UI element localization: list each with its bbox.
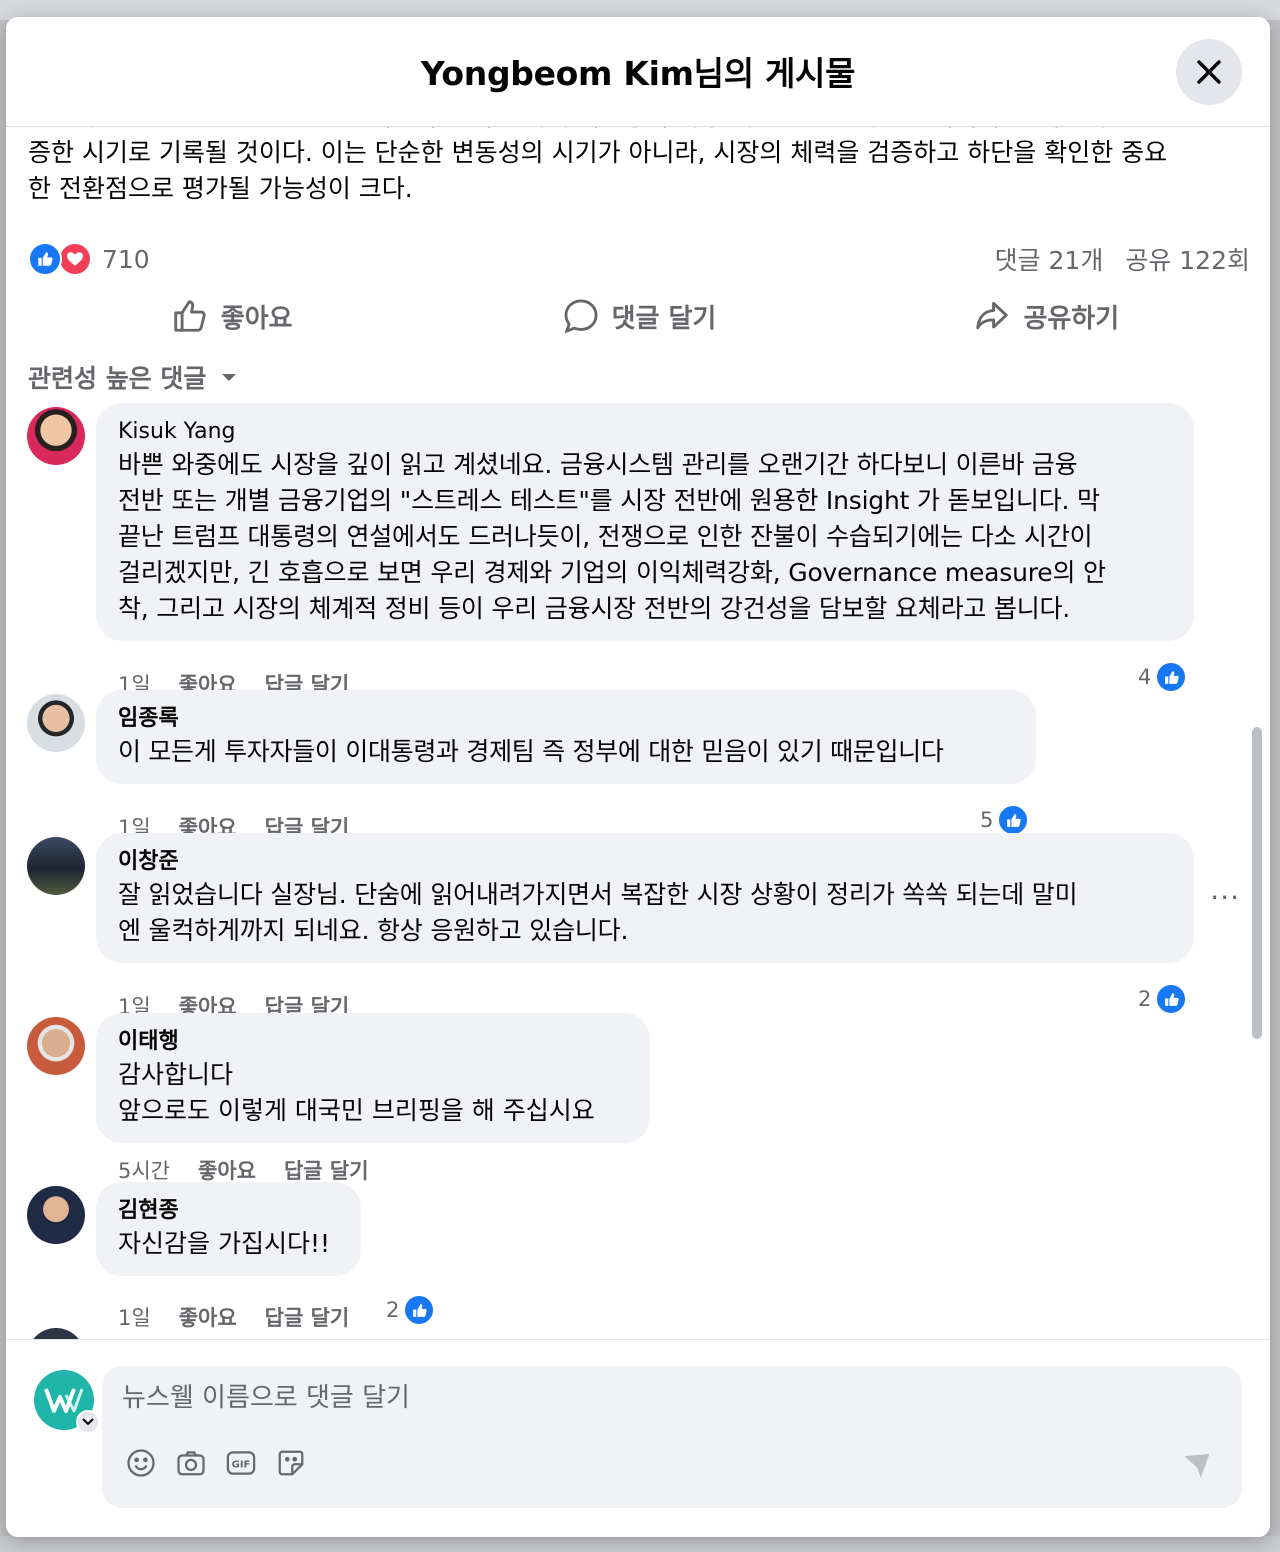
comment-text: 이 모든게 투자자들이 이대통령과 경제팀 즉 정부에 대한 믿음이 있기 때문… (118, 737, 944, 766)
comment-likes[interactable]: 4 (1138, 661, 1188, 693)
comment-like-count: 4 (1138, 665, 1152, 689)
share-arrow-icon (976, 301, 1009, 330)
gif-icon: GIF (226, 1451, 256, 1475)
comment-input-box: GIF (102, 1366, 1242, 1508)
close-icon (1197, 60, 1221, 84)
chevron-down-icon (82, 1418, 94, 1426)
comment-more-options-button[interactable]: ··· (1210, 881, 1240, 914)
send-icon (1184, 1453, 1210, 1478)
comment-bubble: 김현종 자신감을 가집시다!! (96, 1182, 361, 1276)
comment-author[interactable]: 이태행 (118, 1027, 628, 1057)
comment-button-label: 댓글 달기 (611, 303, 717, 334)
avatar[interactable] (27, 694, 85, 752)
comment-input[interactable] (122, 1378, 1202, 1418)
sticker-icon (278, 1450, 304, 1476)
love-reaction-icon (58, 242, 92, 276)
caret-down-icon (222, 374, 237, 381)
comment-like-button[interactable]: 좋아요 (198, 1155, 256, 1185)
reactions-summary: 710 댓글 21개 공유 122회 (28, 239, 1250, 279)
like-reaction-icon (28, 242, 62, 276)
comment-author[interactable]: 임종록 (118, 704, 1014, 734)
comment-bubble: 임종록 이 모든게 투자자들이 이대통령과 경제팀 즉 정부에 대한 믿음이 있… (96, 690, 1036, 784)
comment-text: 잘 읽었습니다 실장님. 단숨에 읽어내려가지면서 복잡한 시장 상황이 정리가… (118, 880, 1078, 945)
reaction-count[interactable]: 710 (102, 245, 150, 274)
profile-switch-button[interactable] (76, 1410, 100, 1434)
scrollbar[interactable] (1252, 727, 1262, 1039)
post-text: 일본국으로 2026년 3월은 훗날 되돌아볼 때 한국 주식시장이 가장 기록… (28, 127, 1248, 207)
like-reaction-icon (1155, 983, 1188, 1015)
post-text-body: 증한 시기로 기록될 것이다. 이는 단순한 변동성의 시기가 아니라, 시장의… (28, 138, 1168, 203)
comment-likes[interactable]: 5 (980, 804, 1030, 836)
comment-likes[interactable]: 2 (1138, 983, 1188, 1015)
comment-reply-button[interactable]: 답글 달기 (265, 1302, 350, 1332)
avatar[interactable] (27, 1328, 85, 1339)
post-stats: 댓글 21개 공유 122회 (995, 241, 1250, 277)
comment-author[interactable]: 이창준 (118, 847, 1172, 877)
comment-like-button[interactable]: 좋아요 (179, 1302, 237, 1332)
comment-text: 바쁜 와중에도 시장을 깊이 읽고 계셨네요. 금융시스템 관리를 오랜기간 하… (118, 450, 1106, 623)
dialog-scroll-area[interactable]: 일본국으로 2026년 3월은 훗날 되돌아볼 때 한국 주식시장이 가장 기록… (6, 127, 1270, 1339)
like-reaction-icon (997, 804, 1030, 836)
comment-bubble: 이창준 잘 읽었습니다 실장님. 단숨에 읽어내려가지면서 복잡한 시장 상황이… (96, 833, 1194, 963)
comment-sort-dropdown[interactable]: 관련성 높은 댓글 (28, 359, 238, 395)
comment-time[interactable]: 1일 (118, 1302, 151, 1332)
avatar[interactable] (27, 1017, 85, 1075)
send-button[interactable] (1180, 1448, 1214, 1482)
dialog-title: Yongbeom Kim님의 게시물 (420, 53, 856, 93)
photo-button[interactable] (174, 1446, 208, 1480)
comment-reply-button[interactable]: 답글 달기 (284, 1155, 369, 1185)
thumbs-up-icon (174, 300, 206, 332)
comment-bubble: Kisuk Yang 바쁜 와중에도 시장을 깊이 읽고 계셨네요. 금융시스템… (96, 403, 1194, 641)
emoji-button[interactable] (124, 1446, 158, 1480)
comment-sort-label: 관련성 높은 댓글 (28, 364, 207, 393)
camera-icon (177, 1451, 205, 1476)
comments-count[interactable]: 댓글 21개 (995, 241, 1104, 277)
gif-button[interactable]: GIF (224, 1446, 258, 1480)
comment-bubble: 이태행 감사합니다 앞으로도 이렇게 대국민 브리핑을 해 주십시요 (96, 1013, 650, 1143)
comment-like-count: 5 (980, 808, 994, 832)
emoji-icon (127, 1449, 155, 1477)
shares-count[interactable]: 공유 122회 (1125, 241, 1250, 277)
like-button-label: 좋아요 (220, 303, 293, 334)
comment-meta: 5시간 좋아요 답글 달기 (118, 1155, 369, 1185)
comment-likes[interactable]: 2 (386, 1294, 436, 1326)
dialog-header: Yongbeom Kim님의 게시물 (6, 17, 1270, 127)
sticker-button[interactable] (274, 1446, 308, 1480)
reaction-icons[interactable] (28, 242, 92, 276)
like-reaction-icon (1155, 661, 1188, 693)
post-text-cut-line: 일본국으로 2026년 3월은 훗날 되돌아볼 때 한국 주식시장이 가장 기록… (28, 127, 1248, 135)
comment-time[interactable]: 5시간 (118, 1155, 170, 1185)
avatar[interactable] (27, 1186, 85, 1244)
avatar[interactable] (27, 837, 85, 895)
comment-like-count: 2 (386, 1298, 400, 1322)
my-avatar[interactable] (34, 1370, 100, 1434)
avatar[interactable] (27, 407, 85, 465)
comment-text: 자신감을 가집시다!! (118, 1229, 330, 1258)
comment-meta: 1일 좋아요 답글 달기 (118, 1302, 349, 1332)
share-button[interactable]: 공유하기 (843, 283, 1250, 349)
svg-text:GIF: GIF (232, 1459, 251, 1470)
comment-text: 감사합니다 앞으로도 이렇게 대국민 브리핑을 해 주십시요 (118, 1060, 595, 1125)
comment-like-count: 2 (1138, 987, 1152, 1011)
like-button[interactable]: 좋아요 (28, 283, 435, 349)
like-reaction-icon (403, 1294, 436, 1326)
close-button[interactable] (1176, 39, 1242, 105)
comment-bubble-icon (564, 299, 598, 334)
post-actions: 좋아요 댓글 달기 공유하기 (28, 283, 1250, 349)
post-dialog: Yongbeom Kim님의 게시물 일본국으로 2026년 3월은 훗날 되돌… (6, 17, 1270, 1537)
comment-author[interactable]: 김현종 (118, 1196, 339, 1226)
background-page-bottom (0, 1536, 1280, 1552)
share-button-label: 공유하기 (1023, 303, 1120, 334)
comment-button[interactable]: 댓글 달기 (435, 283, 842, 349)
newswell-logo-icon (44, 1388, 84, 1413)
comment-composer: GIF (6, 1339, 1270, 1537)
comment-author[interactable]: Kisuk Yang (118, 417, 1172, 447)
